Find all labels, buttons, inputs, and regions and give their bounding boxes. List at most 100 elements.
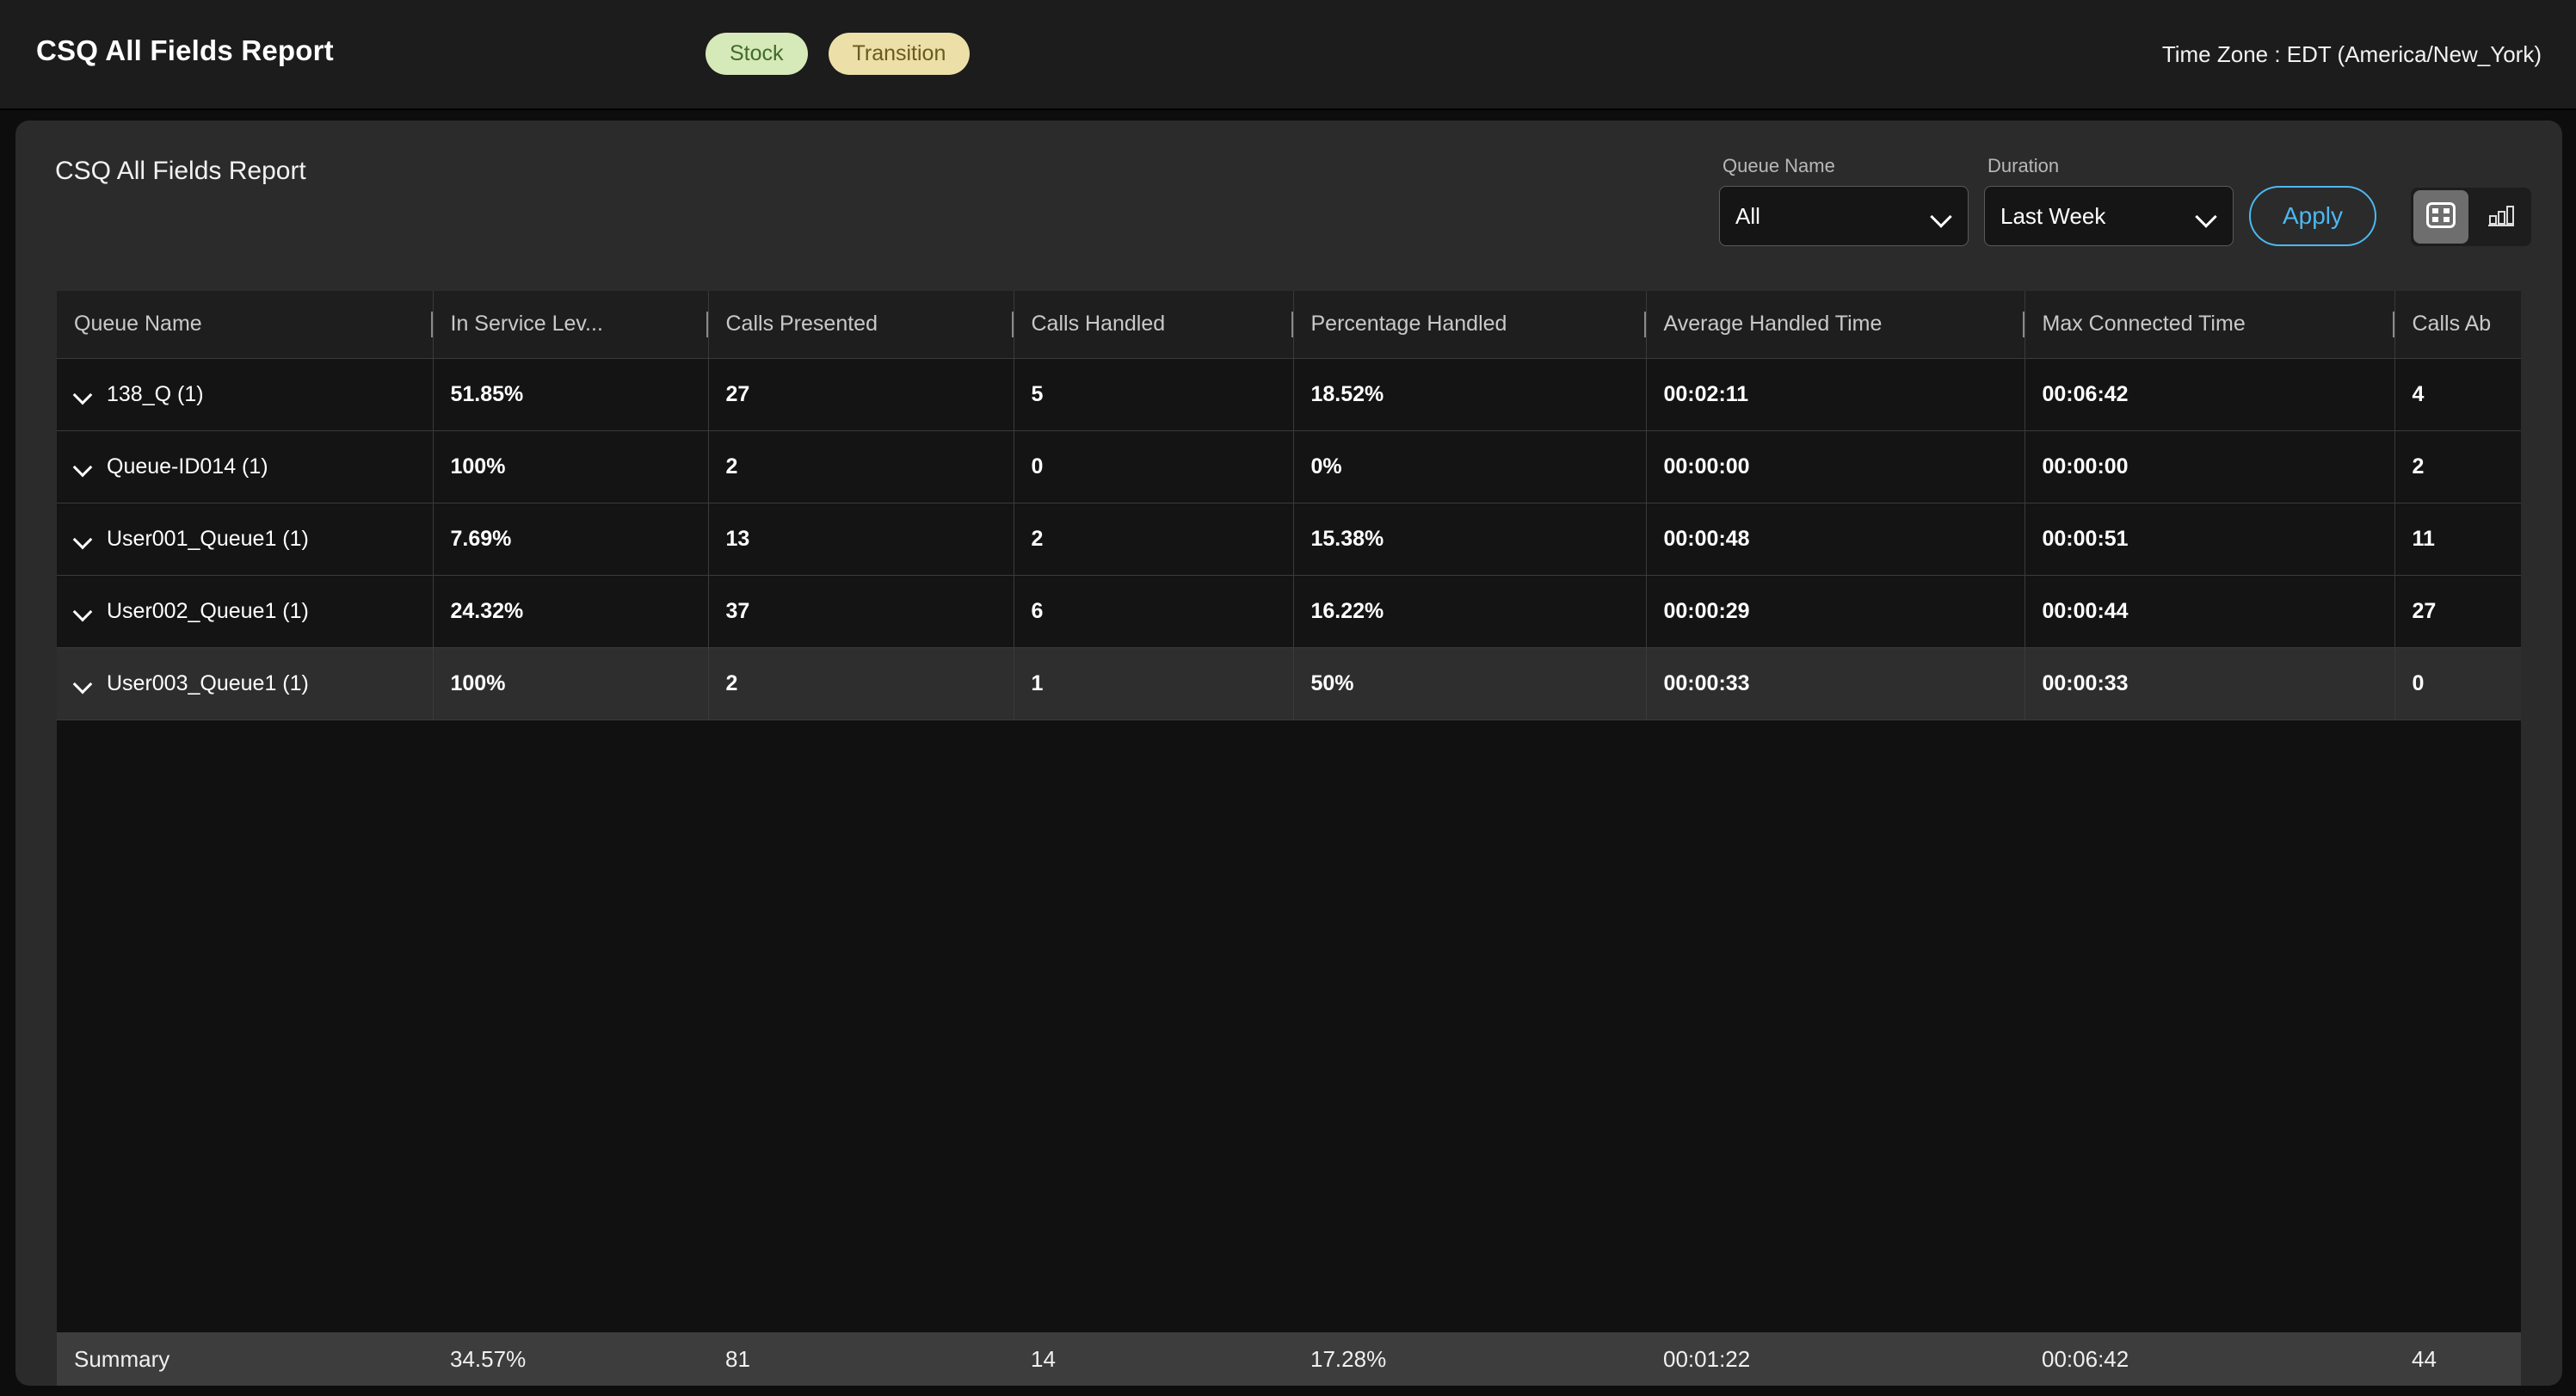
queue-name-select[interactable]: All	[1719, 186, 1969, 246]
table-row[interactable]: User001_Queue1 (1) 7.69%13215.38%00:00:48…	[57, 503, 2521, 575]
chevron-down-icon[interactable]	[74, 460, 91, 473]
table-header-row: Queue Name In Service Lev... Calls Present…	[57, 291, 2521, 358]
apply-button[interactable]: Apply	[2249, 186, 2376, 246]
table-cell: 0%	[1293, 430, 1646, 503]
column-header[interactable]: Average Handled Time	[1646, 291, 2024, 358]
table-cell: 100%	[433, 430, 708, 503]
table-cell: 0	[2394, 647, 2521, 720]
table-cell: 2	[708, 647, 1014, 720]
duration-field: Duration Last Week	[1984, 155, 2234, 246]
column-header-label: Calls Ab	[2413, 312, 2492, 336]
summary-cell: 00:01:22	[1646, 1332, 2024, 1386]
summary-cell: 17.28%	[1293, 1332, 1646, 1386]
column-header-label: Max Connected Time	[2043, 312, 2246, 336]
table-cell: 0	[1014, 430, 1293, 503]
queue-name-cell: User003_Queue1 (1)	[57, 647, 433, 720]
report-title: CSQ All Fields Report	[55, 157, 306, 186]
chevron-down-icon	[1932, 206, 1952, 226]
summary-cell: 81	[708, 1332, 1014, 1386]
table-row[interactable]: Queue-ID014 (1)100%200%00:00:0000:00:002	[57, 430, 2521, 503]
table-cell: 4	[2394, 358, 2521, 430]
table-cell: 37	[708, 575, 1014, 647]
table-cell: 13	[708, 503, 1014, 575]
table-cell: 00:00:29	[1646, 575, 2024, 647]
column-header-label: Queue Name	[74, 312, 202, 336]
summary-label: Summary	[57, 1332, 433, 1386]
table-cell: 00:02:11	[1646, 358, 2024, 430]
chevron-down-icon[interactable]	[74, 605, 91, 617]
timezone-label: Time Zone : EDT (America/New_York)	[2162, 41, 2542, 68]
summary-cell: 00:06:42	[2024, 1332, 2394, 1386]
column-header[interactable]: Calls Ab	[2394, 291, 2521, 358]
queue-name-cell: User001_Queue1 (1)	[57, 503, 433, 575]
table-cell: 2	[2394, 430, 2521, 503]
table-row[interactable]: User003_Queue1 (1)100%2150%00:00:3300:00…	[57, 647, 2521, 720]
table-cell: 100%	[433, 647, 708, 720]
column-header[interactable]: Calls Presented	[708, 291, 1014, 358]
column-header[interactable]: Percentage Handled	[1293, 291, 1646, 358]
table-cell: 6	[1014, 575, 1293, 647]
queue-name-field: Queue Name All	[1719, 155, 1969, 246]
table-body: 138_Q (1)51.85%27518.52%00:02:1100:06:42…	[57, 358, 2521, 720]
table-cell: 1	[1014, 647, 1293, 720]
column-header-label: Average Handled Time	[1664, 312, 1883, 336]
table-cell: 00:00:33	[2024, 647, 2394, 720]
queue-name-label: User003_Queue1 (1)	[107, 671, 309, 695]
duration-select[interactable]: Last Week	[1984, 186, 2234, 246]
queue-name-value: All	[1735, 203, 1932, 230]
column-header-label: Calls Handled	[1032, 312, 1166, 336]
column-header-label: Percentage Handled	[1311, 312, 1507, 336]
queue-name-label: User001_Queue1 (1)	[107, 527, 309, 551]
queue-name-label: Queue Name	[1719, 155, 1969, 177]
table-cell: 5	[1014, 358, 1293, 430]
column-header-label: In Service Lev...	[451, 312, 603, 336]
chevron-down-icon[interactable]	[74, 533, 91, 545]
app-title: CSQ All Fields Report	[36, 34, 334, 67]
table-cell: 18.52%	[1293, 358, 1646, 430]
app-topbar: CSQ All Fields Report Stock Transition T…	[0, 0, 2576, 110]
summary-bar: Summary34.57%811417.28%00:01:2200:06:424…	[57, 1332, 2521, 1386]
table-cell: 27	[2394, 575, 2521, 647]
summary-cell: 34.57%	[433, 1332, 708, 1386]
table-row[interactable]: 138_Q (1) 51.85%27518.52%00:02:1100:06:42…	[57, 358, 2521, 430]
table-header: Queue Name In Service Lev... Calls Present…	[57, 291, 2521, 358]
table-cell: 2	[708, 430, 1014, 503]
data-table: Queue Name In Service Lev... Calls Present…	[57, 291, 2521, 720]
table-cell: 24.32%	[433, 575, 708, 647]
column-header[interactable]: In Service Lev...	[433, 291, 708, 358]
table-cell: 00:00:48	[1646, 503, 2024, 575]
table-cell: 2	[1014, 503, 1293, 575]
column-header[interactable]: Max Connected Time	[2024, 291, 2394, 358]
chevron-down-icon[interactable]	[74, 677, 91, 689]
queue-name-label: 138_Q (1)	[107, 382, 204, 406]
summary-cell: 44	[2394, 1332, 2535, 1386]
table-cell: 51.85%	[433, 358, 708, 430]
view-toggle-group	[2411, 188, 2531, 246]
table-cell: 00:00:51	[2024, 503, 2394, 575]
queue-name-cell: User002_Queue1 (1)	[57, 575, 433, 647]
chevron-down-icon[interactable]	[74, 388, 91, 400]
report-card: CSQ All Fields Report Queue Name All Dur…	[15, 120, 2562, 1386]
table-cell: 00:06:42	[2024, 358, 2394, 430]
column-header[interactable]: Queue Name	[57, 291, 433, 358]
queue-name-cell: 138_Q (1)	[57, 358, 433, 430]
table-cell: 7.69%	[433, 503, 708, 575]
chart-view-button[interactable]	[2474, 190, 2529, 244]
bar-chart-view-icon	[2487, 202, 2516, 232]
table-cell: 15.38%	[1293, 503, 1646, 575]
data-table-container[interactable]: Queue Name In Service Lev... Calls Present…	[57, 291, 2521, 1343]
queue-name-cell: Queue-ID014 (1)	[57, 430, 433, 503]
table-cell: 00:00:33	[1646, 647, 2024, 720]
table-cell: 16.22%	[1293, 575, 1646, 647]
mode-pill-group: Stock Transition	[706, 33, 970, 75]
column-header[interactable]: Calls Handled	[1014, 291, 1293, 358]
duration-value: Last Week	[2000, 203, 2197, 230]
table-view-button[interactable]	[2413, 190, 2468, 244]
transition-pill[interactable]: Transition	[829, 33, 971, 75]
table-cell: 27	[708, 358, 1014, 430]
filter-bar: Queue Name All Duration Last Week Apply	[1719, 155, 2531, 246]
stock-pill[interactable]: Stock	[706, 33, 808, 75]
summary-cell: 14	[1014, 1332, 1293, 1386]
table-row[interactable]: User002_Queue1 (1)24.32%37616.22%00:00:2…	[57, 575, 2521, 647]
table-cell: 11	[2394, 503, 2521, 575]
